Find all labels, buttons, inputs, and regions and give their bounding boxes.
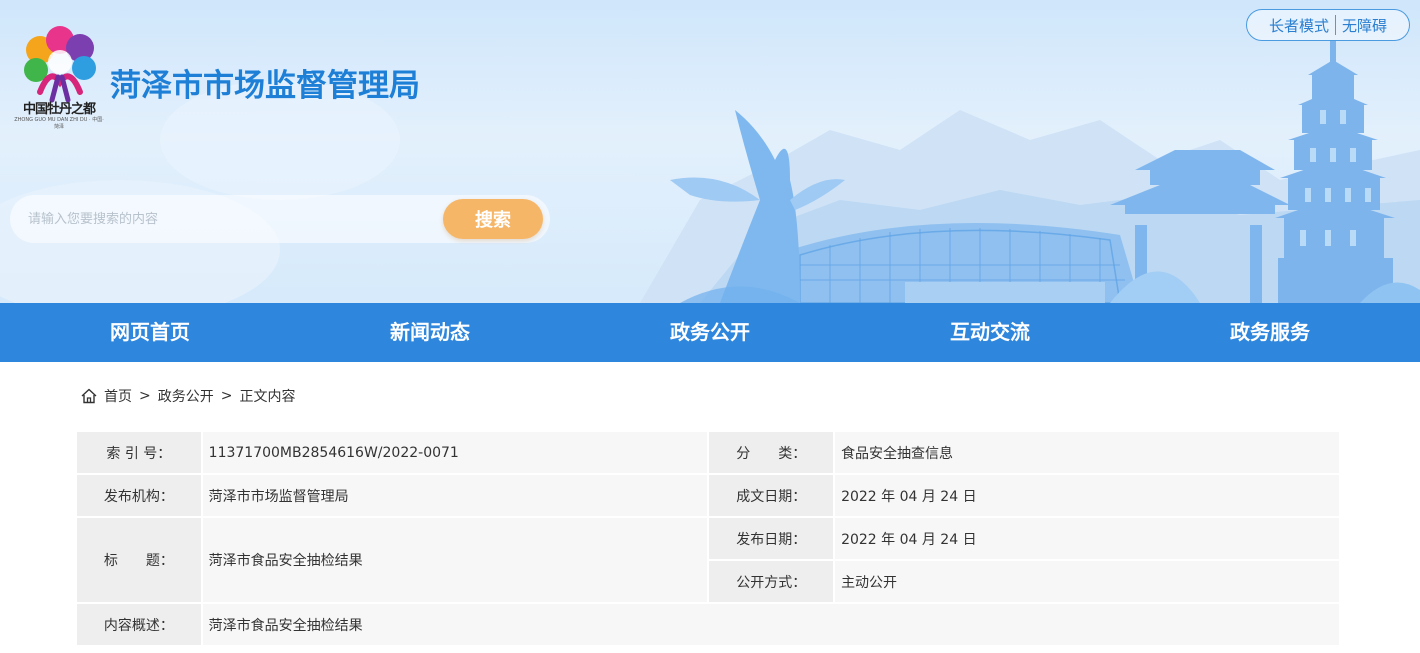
search-input[interactable] (28, 207, 428, 231)
index-label: 索 引 号： (77, 432, 201, 473)
skyline-illustration (0, 40, 1420, 303)
barrier-free-link[interactable]: 无障碍 (1342, 15, 1387, 36)
nav-item-gov-service[interactable]: 政务服务 (1160, 303, 1380, 362)
table-row: 标 题： 菏泽市食品安全抽检结果 发布日期： 2022 年 04 月 24 日 (77, 518, 1339, 602)
logo-slogan: 中国牡丹之都 (22, 102, 96, 117)
breadcrumb-separator: > (220, 388, 233, 404)
breadcrumb-separator: > (139, 388, 151, 404)
written-date-label: 成文日期： (709, 475, 834, 516)
search-button[interactable]: 搜索 (443, 199, 543, 239)
written-date-value: 2022 年 04 月 24 日 (835, 475, 1339, 516)
elder-mode-link[interactable]: 长者模式 (1269, 15, 1329, 36)
document-info-table: 索 引 号： 11371700MB2854616W/2022-0071 分 类：… (75, 430, 1341, 647)
accessibility-bar: 长者模式 无障碍 (1246, 9, 1410, 41)
index-value: 11371700MB2854616W/2022-0071 (202, 432, 708, 473)
breadcrumb-current: 正文内容 (239, 389, 296, 405)
nav-item-gov-open[interactable]: 政务公开 (600, 303, 820, 362)
publisher-value: 菏泽市市场监督管理局 (202, 475, 708, 516)
breadcrumb-home[interactable]: 首页 (104, 386, 132, 406)
publish-date-value: 2022 年 04 月 24 日 (835, 518, 1339, 559)
nav-item-home[interactable]: 网页首页 (40, 303, 260, 362)
disclosure-value: 主动公开 (835, 561, 1339, 602)
logo-subtitle: ZHONG GUO MU DAN ZHI DU · 中国·菏泽 (14, 117, 104, 130)
table-row: 内容概述： 菏泽市食品安全抽检结果 (77, 604, 1339, 645)
publisher-label: 发布机构： (77, 475, 201, 516)
summary-label: 内容概述： (77, 604, 201, 645)
divider (1335, 15, 1336, 35)
publish-date-label: 发布日期： (709, 518, 834, 559)
table-row: 发布机构： 菏泽市市场监督管理局 成文日期： 2022 年 04 月 24 日 (77, 475, 1339, 516)
site-title: 菏泽市市场监督管理局 (110, 68, 420, 104)
header-banner: 中国牡丹之都 ZHONG GUO MU DAN ZHI DU · 中国·菏泽 菏… (0, 0, 1420, 303)
home-icon (81, 388, 97, 404)
disclosure-label: 公开方式： (709, 561, 834, 602)
title-label: 标 题： (77, 518, 201, 602)
title-value: 菏泽市食品安全抽检结果 (202, 518, 708, 602)
category-value: 食品安全抽查信息 (835, 432, 1339, 473)
summary-value: 菏泽市食品安全抽检结果 (202, 604, 1339, 645)
table-row: 索 引 号： 11371700MB2854616W/2022-0071 分 类：… (77, 432, 1339, 473)
nav-item-news[interactable]: 新闻动态 (320, 303, 540, 362)
category-label: 分 类： (709, 432, 834, 473)
breadcrumb: 首页 > 政务公开 > 正文内容 (80, 385, 295, 407)
breadcrumb-gov-open[interactable]: 政务公开 (158, 386, 214, 406)
main-nav: 网页首页 新闻动态 政务公开 互动交流 政务服务 (0, 303, 1420, 362)
nav-item-interaction[interactable]: 互动交流 (880, 303, 1100, 362)
